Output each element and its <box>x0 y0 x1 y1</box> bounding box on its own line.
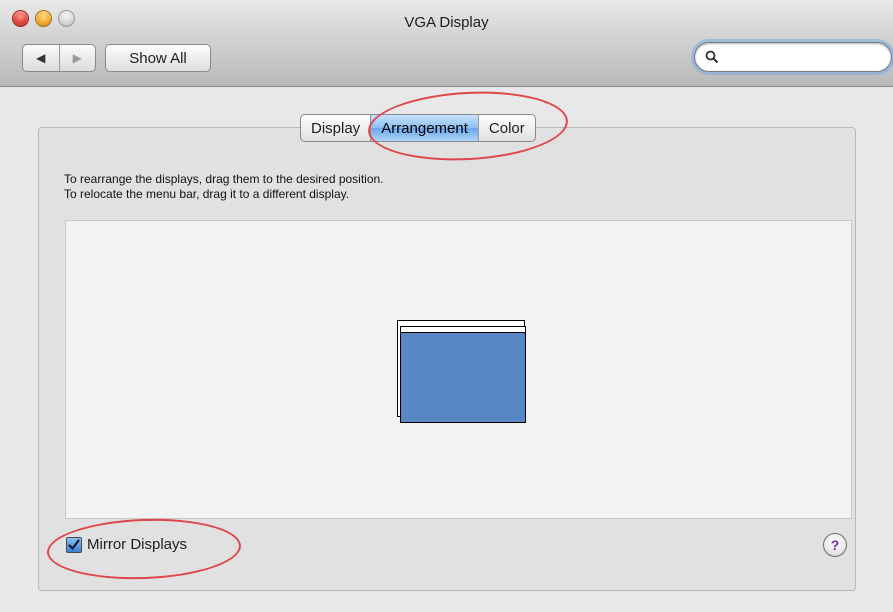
tab-bar: Display Arrangement Color <box>300 114 536 142</box>
toolbar: VGA Display ◀ ▶ Show All <box>0 0 893 87</box>
preferences-window: VGA Display ◀ ▶ Show All Display Arrange… <box>0 0 893 612</box>
forward-arrow-icon[interactable]: ▶ <box>58 45 96 71</box>
help-icon[interactable]: ? <box>823 533 847 557</box>
show-all-button[interactable]: Show All <box>105 44 211 72</box>
mirror-displays-checkbox[interactable] <box>66 536 82 553</box>
window-title: VGA Display <box>404 14 489 31</box>
primary-display[interactable] <box>400 326 526 423</box>
back-forward-control: ◀ ▶ <box>22 44 96 72</box>
search-field[interactable] <box>694 42 892 72</box>
mirror-displays-label: Mirror Displays <box>87 536 188 553</box>
tab-display[interactable]: Display <box>301 115 370 141</box>
search-input[interactable] <box>725 47 879 67</box>
tab-color[interactable]: Color <box>477 115 535 141</box>
menu-bar-handle[interactable] <box>401 327 525 333</box>
search-icon <box>705 50 719 64</box>
instructions-text: To rearrange the displays, drag them to … <box>64 172 384 202</box>
instruction-line-menubar: To relocate the menu bar, drag it to a d… <box>64 187 350 201</box>
tab-arrangement[interactable]: Arrangement <box>370 115 478 141</box>
instruction-line-rearrange: To rearrange the displays, drag them to … <box>64 172 384 186</box>
mirror-displays-option[interactable]: Mirror Displays <box>66 536 187 553</box>
display-arrangement-area <box>65 220 852 519</box>
checkmark-icon <box>68 538 80 550</box>
back-arrow-icon[interactable]: ◀ <box>23 45 59 71</box>
